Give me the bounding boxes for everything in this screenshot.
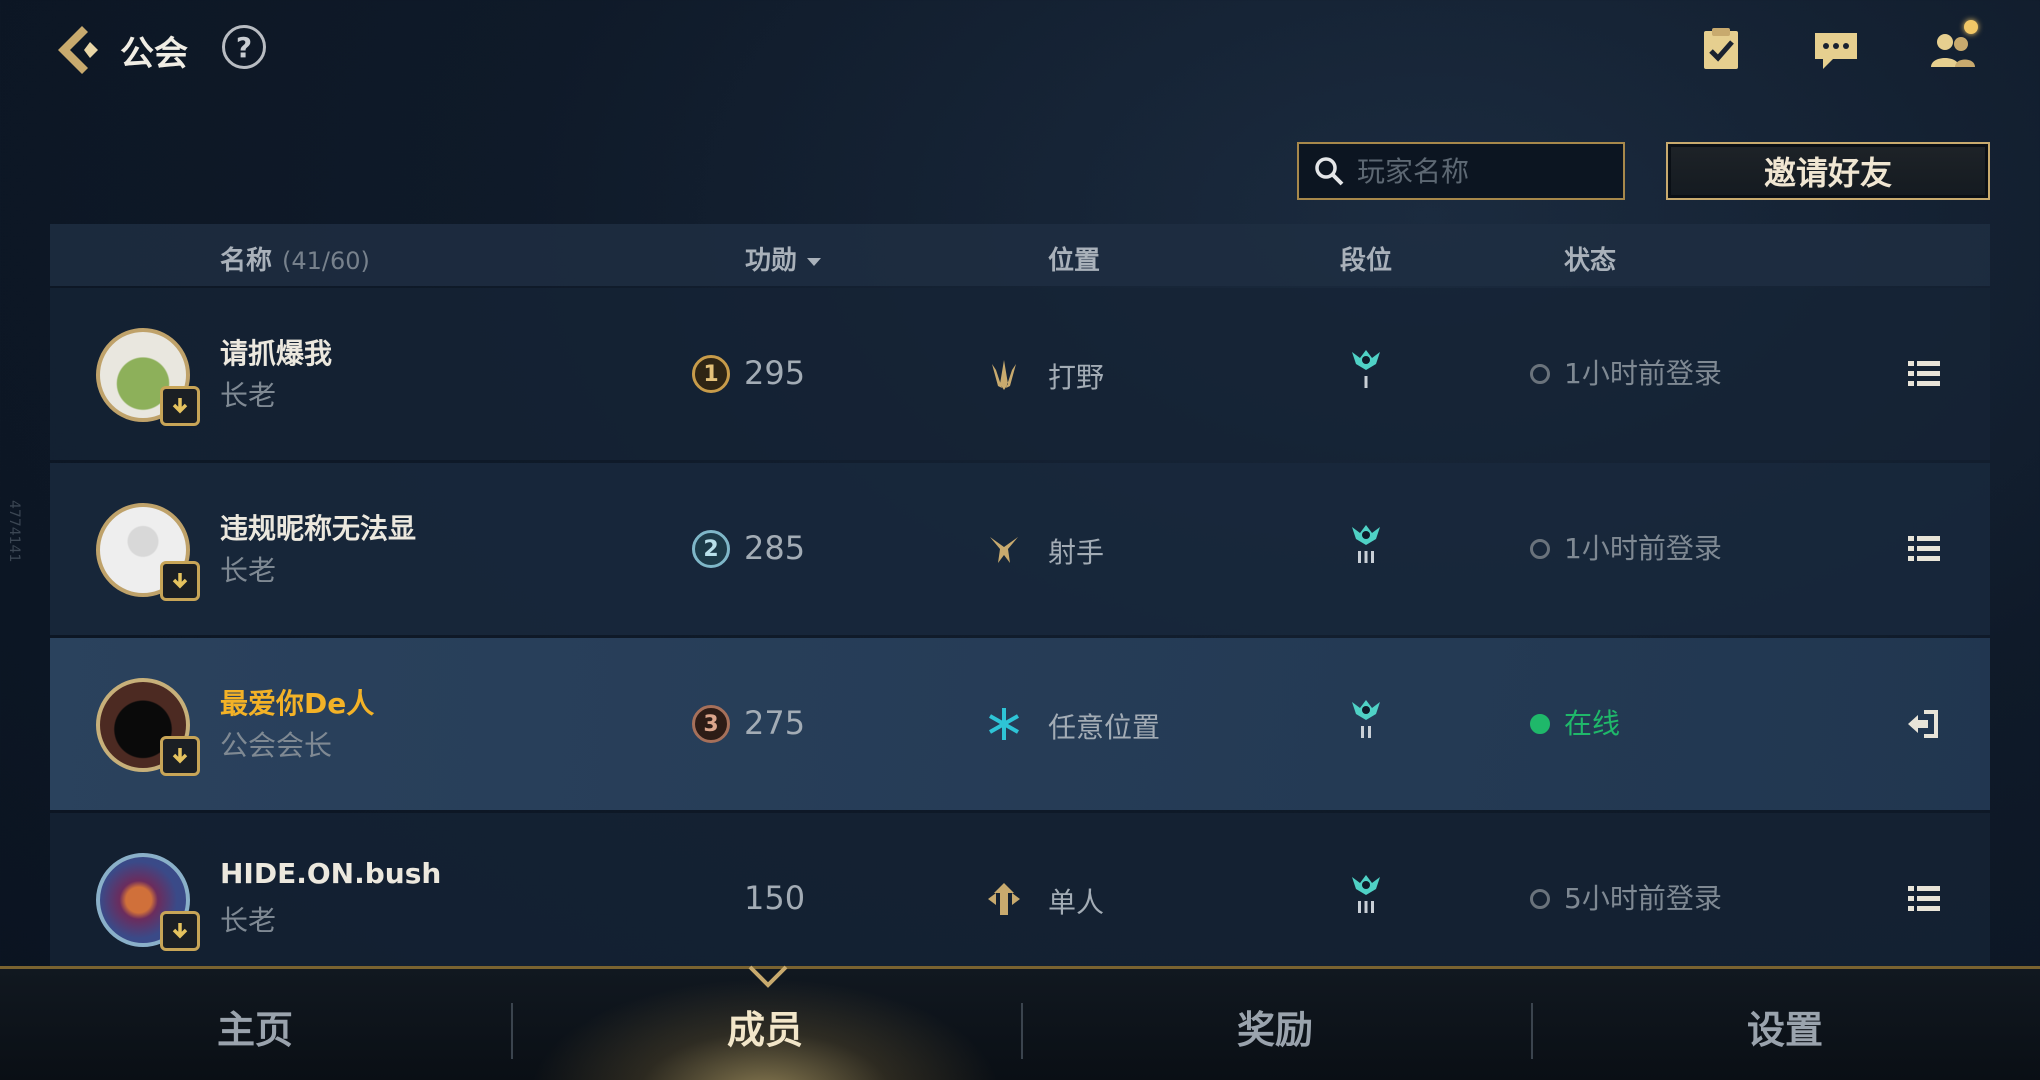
leave-guild-button[interactable] bbox=[1904, 704, 1944, 744]
player-search-field[interactable] bbox=[1297, 142, 1625, 200]
exit-icon bbox=[1908, 710, 1938, 738]
watermark-id: 4774141 bbox=[6, 500, 22, 563]
position-label: 任意位置 bbox=[1048, 711, 1161, 744]
menu-icon bbox=[1908, 886, 1940, 911]
merit-value: 275 bbox=[744, 704, 806, 742]
status-label: 5小时前登录 bbox=[1564, 882, 1722, 915]
status-label: 在线 bbox=[1564, 707, 1621, 740]
offline-indicator bbox=[1530, 889, 1550, 909]
menu-icon bbox=[1908, 536, 1940, 561]
solo-icon bbox=[984, 879, 1024, 919]
elder-badge-icon bbox=[160, 736, 200, 776]
merit-value: 285 bbox=[744, 529, 806, 567]
member-row[interactable]: 违规昵称无法显 长老 2 285 射手 1小时前登录 bbox=[50, 463, 1990, 635]
merit-rank-badge: 3 bbox=[692, 705, 730, 743]
member-role: 长老 bbox=[220, 554, 277, 587]
member-count: (41/60) bbox=[282, 247, 370, 275]
member-menu-button[interactable] bbox=[1904, 354, 1944, 394]
column-header-status: 状态 bbox=[1564, 246, 1617, 276]
marksman-icon bbox=[984, 529, 1024, 569]
search-input[interactable] bbox=[1357, 154, 1607, 188]
tab-members[interactable]: 成员 bbox=[510, 969, 1020, 1080]
member-row[interactable]: HIDE.ON.bush 长老 150 单人 5小时前登录 bbox=[50, 813, 1990, 968]
top-bar: 公会 ? bbox=[0, 0, 2040, 100]
jungle-icon bbox=[984, 354, 1024, 394]
member-role: 长老 bbox=[220, 379, 277, 412]
member-list: 请抓爆我 长老 1 295 打野 1小时前登录 违规昵称无法显 长老 2 285… bbox=[50, 288, 1990, 968]
elder-badge-icon bbox=[160, 386, 200, 426]
back-button[interactable] bbox=[48, 20, 108, 80]
member-menu-button[interactable] bbox=[1904, 879, 1944, 919]
elder-badge-icon bbox=[160, 561, 200, 601]
member-menu-button[interactable] bbox=[1904, 529, 1944, 569]
elder-badge-icon bbox=[160, 911, 200, 951]
column-merit-label: 功勋 bbox=[745, 246, 798, 276]
bottom-nav: 主页 成员 奖励 设置 bbox=[0, 965, 2040, 1080]
member-name: 最爱你De人 bbox=[220, 687, 375, 720]
member-name: HIDE.ON.bush bbox=[220, 857, 442, 890]
column-name-label: 名称 bbox=[220, 246, 273, 276]
member-row-self[interactable]: 最爱你De人 公会会长 3 275 任意位置 在线 bbox=[50, 638, 1990, 810]
member-row[interactable]: 请抓爆我 长老 1 295 打野 1小时前登录 bbox=[50, 288, 1990, 460]
status-label: 1小时前登录 bbox=[1564, 357, 1722, 390]
member-role: 长老 bbox=[220, 904, 277, 937]
notification-dot bbox=[1964, 20, 1978, 34]
merit-rank-badge: 2 bbox=[692, 530, 730, 568]
member-name: 请抓爆我 bbox=[220, 337, 333, 370]
column-header-tier: 段位 bbox=[1340, 246, 1393, 276]
column-header-position: 位置 bbox=[1048, 246, 1101, 276]
any-position-icon bbox=[984, 704, 1024, 744]
merit-rank-badge: 1 bbox=[692, 355, 730, 393]
sort-down-icon bbox=[807, 257, 822, 266]
member-role: 公会会长 bbox=[220, 729, 333, 762]
tier-emblem-icon bbox=[1346, 344, 1386, 404]
position-label: 打野 bbox=[1048, 361, 1105, 394]
tab-rewards[interactable]: 奖励 bbox=[1020, 969, 1530, 1080]
menu-icon bbox=[1908, 361, 1940, 386]
online-indicator bbox=[1530, 714, 1550, 734]
position-label: 单人 bbox=[1048, 886, 1105, 919]
page-title: 公会 bbox=[120, 34, 188, 74]
tab-home[interactable]: 主页 bbox=[0, 969, 510, 1080]
invite-friends-button[interactable]: 邀请好友 bbox=[1666, 142, 1990, 200]
search-icon bbox=[1315, 157, 1344, 186]
help-button[interactable]: ? bbox=[222, 25, 266, 69]
clipboard-check-icon bbox=[1704, 28, 1738, 69]
merit-value: 295 bbox=[744, 354, 806, 392]
back-arrow-icon bbox=[58, 26, 98, 74]
column-header-merit[interactable]: 功勋 bbox=[745, 240, 822, 277]
tab-settings[interactable]: 设置 bbox=[1530, 969, 2040, 1080]
offline-indicator bbox=[1530, 539, 1550, 559]
member-table-header: 名称 (41/60) 功勋 位置 段位 状态 bbox=[50, 224, 1990, 286]
member-name: 违规昵称无法显 bbox=[220, 512, 417, 545]
chat-bubble-icon bbox=[1815, 33, 1857, 69]
tier-emblem-icon bbox=[1346, 694, 1386, 754]
offline-indicator bbox=[1530, 364, 1550, 384]
tier-emblem-icon bbox=[1346, 869, 1386, 929]
tier-emblem-icon bbox=[1346, 519, 1386, 579]
missions-button[interactable] bbox=[1693, 22, 1749, 78]
merit-value: 150 bbox=[744, 879, 806, 917]
position-label: 射手 bbox=[1048, 536, 1105, 569]
column-header-name[interactable]: 名称 (41/60) bbox=[220, 240, 370, 277]
friends-button[interactable] bbox=[1924, 20, 1980, 78]
chat-button[interactable] bbox=[1808, 22, 1864, 78]
status-label: 1小时前登录 bbox=[1564, 532, 1722, 565]
